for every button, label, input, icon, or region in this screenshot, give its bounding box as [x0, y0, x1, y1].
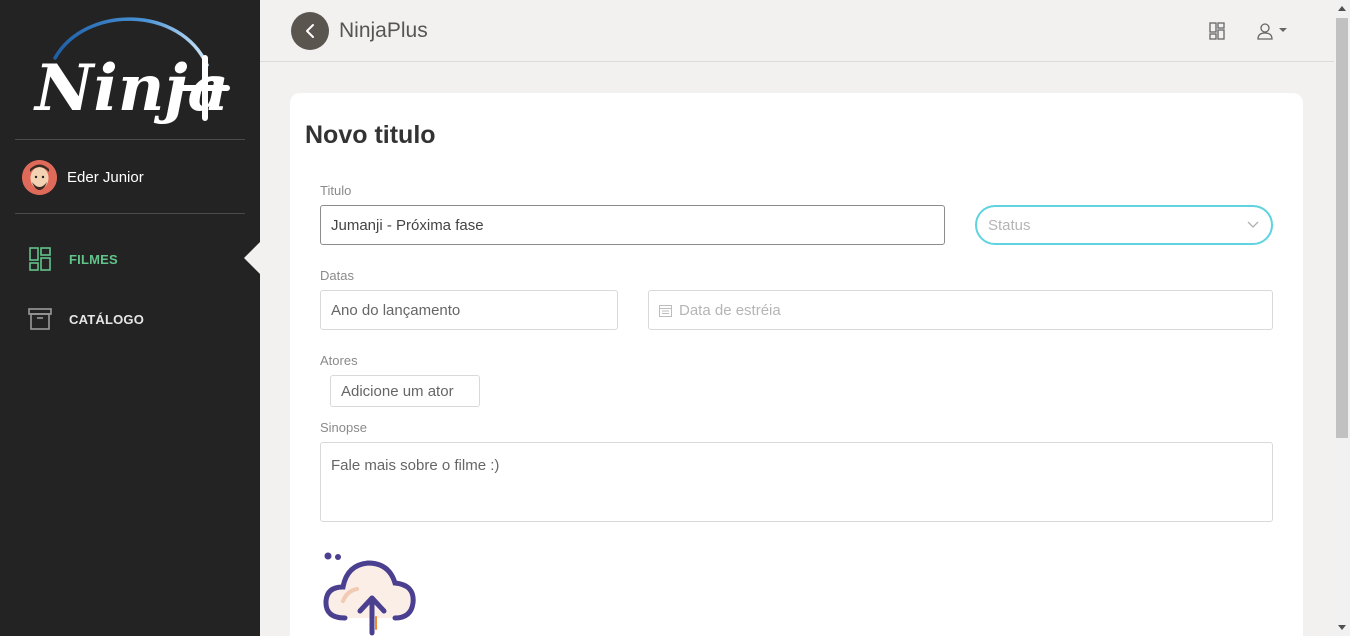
- dashboard-grid-icon: [28, 247, 52, 271]
- active-indicator: [244, 242, 260, 274]
- cloud-upload-icon[interactable]: [323, 551, 418, 636]
- sidebar-item-catalogo[interactable]: CATÁLOGO: [28, 307, 144, 331]
- sidebar-item-filmes[interactable]: FILMES: [28, 247, 118, 271]
- user-name: Eder Junior: [67, 169, 144, 186]
- calendar-icon: [659, 305, 672, 317]
- atores-label: Atores: [320, 353, 358, 368]
- data-estreia-placeholder: Data de estréia: [679, 302, 781, 319]
- avatar: [22, 160, 57, 195]
- status-placeholder: Status: [988, 217, 1031, 234]
- sidebar-item-label: FILMES: [69, 251, 118, 267]
- chevron-down-icon: [1247, 221, 1259, 228]
- app-title: NinjaPlus: [339, 19, 428, 42]
- status-select[interactable]: Status: [975, 205, 1273, 245]
- ninjaplus-logo[interactable]: Ninja: [15, 10, 245, 130]
- grid-view-icon[interactable]: [1209, 22, 1225, 45]
- sidebar-divider: [15, 213, 245, 214]
- scroll-thumb[interactable]: [1336, 18, 1348, 438]
- scroll-down-arrow[interactable]: [1338, 625, 1346, 630]
- data-estreia-picker[interactable]: Data de estréia: [648, 290, 1273, 330]
- titulo-label: Titulo: [320, 183, 352, 198]
- back-button[interactable]: [291, 12, 329, 50]
- page-scrollbar[interactable]: [1334, 0, 1350, 636]
- sidebar-divider: [15, 139, 245, 140]
- page-title: Novo titulo: [305, 121, 436, 149]
- new-title-form: Novo titulo Titulo Status Datas Data de …: [290, 93, 1303, 636]
- user-menu-icon[interactable]: [1257, 22, 1289, 45]
- scroll-up-arrow[interactable]: [1338, 6, 1346, 11]
- add-actor-input[interactable]: [330, 375, 480, 407]
- sinopse-textarea[interactable]: [320, 442, 1273, 522]
- titulo-input[interactable]: [320, 205, 945, 245]
- sinopse-label: Sinopse: [320, 420, 367, 435]
- sidebar-item-label: CATÁLOGO: [69, 311, 145, 327]
- chevron-left-icon: [306, 24, 314, 38]
- user-profile[interactable]: Eder Junior: [22, 160, 144, 195]
- sidebar: Ninja Eder Junior FILMES CATÁLOGO: [0, 0, 260, 636]
- ano-lancamento-input[interactable]: [320, 290, 618, 330]
- archive-box-icon: [28, 307, 52, 331]
- top-bar: NinjaPlus: [260, 0, 1334, 62]
- datas-label: Datas: [320, 268, 354, 283]
